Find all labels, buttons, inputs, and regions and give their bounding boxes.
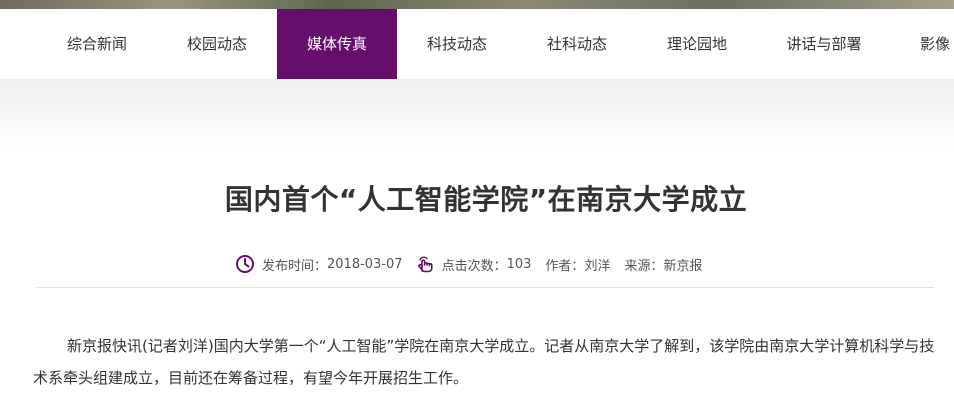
clicks-label: 点击次数：	[441, 258, 507, 274]
header-shadow-band	[0, 79, 954, 149]
nav-item-campus-news[interactable]: 校园动态	[157, 9, 277, 79]
header-banner-image	[0, 0, 954, 9]
publish-label: 发布时间：	[262, 258, 328, 274]
publish-date: 2018-03-07	[327, 256, 403, 272]
nav-item-general-news[interactable]: 综合新闻	[37, 9, 157, 79]
divider	[37, 287, 934, 288]
nav-item-social-science-news[interactable]: 社科动态	[517, 9, 637, 79]
clicks-count: 103	[506, 256, 532, 272]
nav-item-speeches[interactable]: 讲话与部署	[764, 9, 884, 79]
author-name: 刘洋	[584, 258, 611, 274]
article-body: 新京报快讯(记者刘洋)国内大学第一个“人工智能”学院在南京大学成立。记者从南京大…	[33, 337, 935, 387]
nav-item-images[interactable]: 影像	[893, 9, 954, 79]
hand-pointer-icon	[415, 254, 435, 274]
nav-item-theory[interactable]: 理论园地	[637, 9, 757, 79]
main-navigation: 综合新闻 校园动态 媒体传真 科技动态 社科动态 理论园地 讲话与部署 影像	[0, 9, 954, 79]
article-meta: 发布时间： 2018-03-07 点击次数： 103 作者： 刘洋 来源： 新京…	[235, 253, 702, 275]
article-title: 国内首个“人工智能学院”在南京大学成立	[224, 183, 748, 216]
author-label: 作者：	[545, 258, 585, 274]
source-label: 来源：	[624, 258, 664, 274]
nav-item-tech-news[interactable]: 科技动态	[397, 9, 517, 79]
source-name: 新京报	[663, 258, 703, 274]
clock-icon	[235, 254, 255, 274]
nav-item-media-coverage[interactable]: 媒体传真	[277, 9, 397, 79]
